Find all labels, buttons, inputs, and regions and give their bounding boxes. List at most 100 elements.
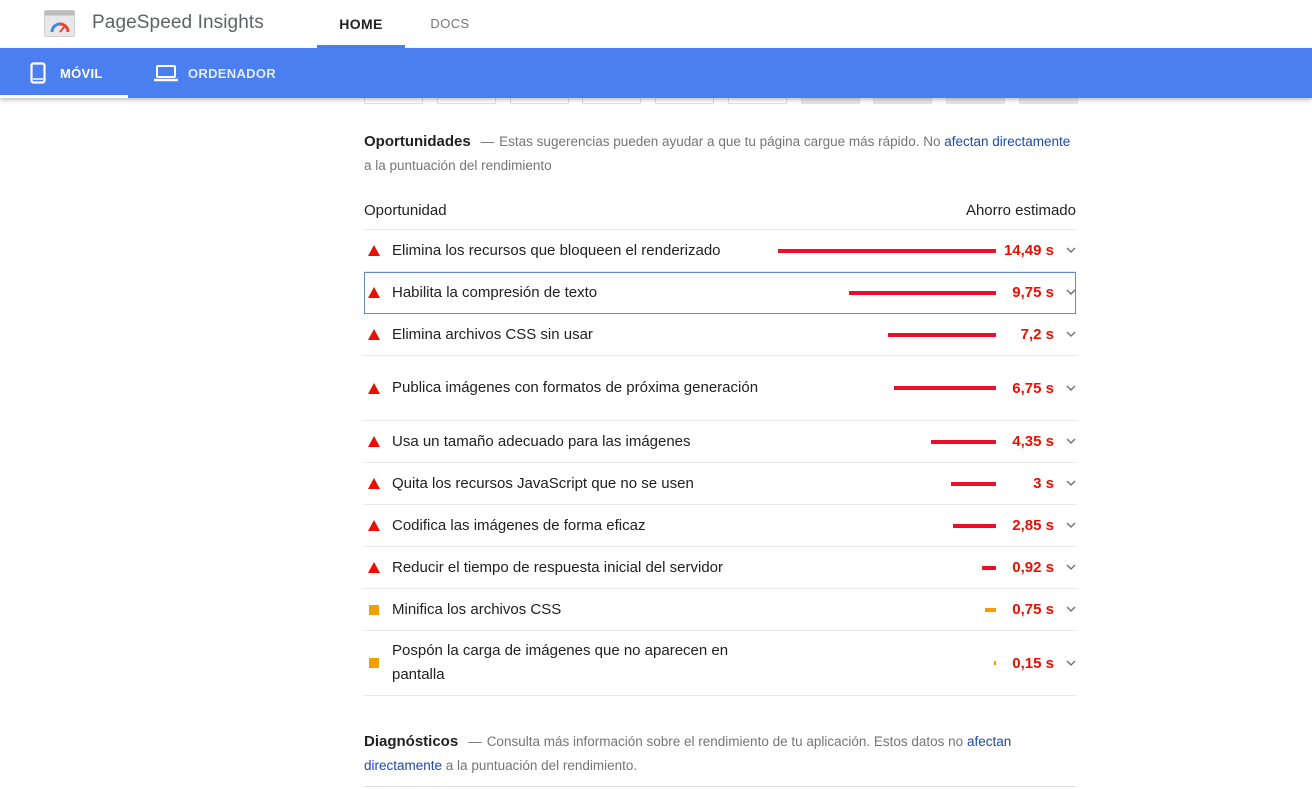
- fail-triangle-icon: [364, 287, 392, 298]
- savings-bar-track: [772, 421, 996, 462]
- chevron-down-icon[interactable]: [1054, 606, 1076, 613]
- laptop-icon: [154, 64, 178, 82]
- column-opportunity: Oportunidad: [364, 202, 447, 219]
- fail-triangle-icon: [364, 382, 392, 394]
- savings-bar-track: [772, 356, 996, 420]
- savings-bar: [894, 386, 996, 390]
- pagespeed-logo-icon[interactable]: [44, 10, 75, 37]
- savings-bar-track: [772, 589, 996, 630]
- average-square-icon: [364, 658, 392, 668]
- opportunities-title: Oportunidades: [364, 133, 471, 150]
- savings-value: 7,2 s: [1020, 326, 1054, 343]
- savings-bar: [953, 523, 996, 528]
- fail-triangle-icon: [364, 329, 392, 340]
- tab-desktop-label: ORDENADOR: [188, 65, 276, 81]
- opportunity-title: Minifica los archivos CSS: [392, 600, 562, 618]
- chevron-down-icon[interactable]: [1054, 247, 1076, 254]
- savings-bar-track: [772, 631, 996, 695]
- opportunities-desc-prefix: Estas sugerencias pueden ayudar a que tu…: [499, 134, 945, 149]
- phone-icon: [30, 62, 46, 84]
- savings-value: 0,75 s: [1012, 601, 1054, 618]
- brand-title[interactable]: PageSpeed Insights: [92, 12, 264, 34]
- opportunity-row[interactable]: Publica imágenes con formatos de próxima…: [364, 356, 1076, 421]
- diagnostics-header: Diagnósticos — Consulta más información so…: [364, 730, 1076, 778]
- savings-bar: [931, 439, 996, 444]
- opportunities-desc-suffix: a la puntuación del rendimiento: [364, 158, 552, 173]
- opportunity-row[interactable]: Elimina los recursos que bloqueen el ren…: [364, 230, 1076, 272]
- savings-bar-track: [772, 314, 996, 355]
- opportunity-title: Habilita la compresión de texto: [392, 283, 598, 301]
- chevron-down-icon[interactable]: [1054, 522, 1076, 529]
- savings-bar: [888, 332, 996, 337]
- opportunities-desc-link[interactable]: afectan directamente: [944, 134, 1070, 149]
- opportunity-title: Pospón la carga de imágenes que no apare…: [392, 642, 729, 683]
- savings-bar-track: [772, 505, 996, 546]
- column-estimated-savings: Ahorro estimado: [965, 202, 1076, 219]
- opportunity-row[interactable]: Pospón la carga de imágenes que no apare…: [364, 631, 1076, 696]
- device-tab-bar: MÓVIL ORDENADOR: [0, 48, 1312, 98]
- savings-value: 0,92 s: [1012, 559, 1054, 576]
- diagnostics-section: Diagnósticos — Consulta más información so…: [364, 730, 1076, 778]
- chevron-down-icon[interactable]: [1054, 289, 1076, 296]
- chevron-down-icon[interactable]: [1054, 564, 1076, 571]
- opportunity-row[interactable]: Habilita la compresión de texto 9,75 s: [364, 272, 1076, 314]
- opportunities-section: Oportunidades — Estas sugerencias pueden a…: [364, 130, 1076, 696]
- opportunities-table-header: Oportunidad Ahorro estimado: [364, 192, 1076, 230]
- opportunity-title: Elimina archivos CSS sin usar: [392, 325, 593, 343]
- separator-dash: —: [468, 734, 482, 749]
- chevron-down-icon[interactable]: [1054, 384, 1076, 392]
- opportunity-row[interactable]: Usa un tamaño adecuado para las imágenes…: [364, 421, 1076, 463]
- savings-bar: [985, 607, 996, 612]
- opportunity-title: Publica imágenes con formatos de próxima…: [392, 379, 759, 396]
- savings-bar: [951, 481, 996, 486]
- savings-value: 9,75 s: [1012, 284, 1054, 301]
- divider: [364, 786, 1076, 787]
- fail-triangle-icon: [364, 562, 392, 573]
- fail-triangle-icon: [364, 520, 392, 531]
- diagnostics-title: Diagnósticos: [364, 733, 459, 750]
- chevron-down-icon[interactable]: [1054, 438, 1076, 445]
- tab-home[interactable]: HOME: [317, 0, 405, 48]
- savings-value: 0,15 s: [1012, 654, 1054, 672]
- savings-value: 4,35 s: [1012, 433, 1054, 450]
- opportunities-header: Oportunidades — Estas sugerencias pueden a…: [364, 130, 1076, 178]
- tab-docs[interactable]: DOCS: [410, 0, 490, 48]
- savings-bar: [778, 248, 996, 253]
- opportunity-title: Reducir el tiempo de respuesta inicial d…: [392, 558, 723, 576]
- opportunity-row[interactable]: Codifica las imágenes de forma eficaz 2,8…: [364, 505, 1076, 547]
- tab-mobile-label: MÓVIL: [60, 65, 103, 81]
- opportunity-title: Elimina los recursos que bloqueen el ren…: [392, 241, 721, 259]
- top-app-bar: PageSpeed Insights HOME DOCS: [0, 0, 1312, 48]
- fail-triangle-icon: [364, 436, 392, 447]
- savings-bar: [994, 661, 996, 665]
- savings-value: 2,85 s: [1012, 517, 1054, 534]
- chevron-down-icon[interactable]: [1054, 331, 1076, 338]
- opportunity-row[interactable]: Reducir el tiempo de respuesta inicial d…: [364, 547, 1076, 589]
- opportunity-title: Quita los recursos JavaScript que no se …: [392, 474, 694, 492]
- chevron-down-icon[interactable]: [1054, 480, 1076, 487]
- savings-bar-track: [772, 547, 996, 588]
- savings-bar: [982, 565, 996, 570]
- tab-desktop[interactable]: ORDENADOR: [154, 48, 276, 98]
- savings-bar-track: [772, 230, 996, 271]
- opportunity-row[interactable]: Quita los recursos JavaScript que no se …: [364, 463, 1076, 505]
- savings-value: 3 s: [1033, 475, 1054, 492]
- opportunity-title: Usa un tamaño adecuado para las imágenes: [392, 432, 691, 450]
- average-square-icon: [364, 604, 392, 615]
- savings-bar-track: [772, 463, 996, 504]
- chevron-down-icon[interactable]: [1054, 659, 1076, 667]
- opportunities-list: Elimina los recursos que bloqueen el ren…: [364, 230, 1076, 696]
- savings-bar: [849, 290, 996, 295]
- tab-mobile[interactable]: MÓVIL: [0, 48, 128, 98]
- savings-bar-track: [772, 272, 996, 313]
- savings-value: 14,49 s: [1003, 242, 1054, 259]
- diagnostics-desc-prefix: Consulta más información sobre el rendim…: [486, 734, 967, 749]
- fail-triangle-icon: [364, 245, 392, 256]
- fail-triangle-icon: [364, 478, 392, 489]
- opportunity-title: Codifica las imágenes de forma eficaz: [392, 516, 646, 534]
- diagnostics-desc-suffix: a la puntuación del rendimiento.: [442, 758, 638, 773]
- opportunity-row[interactable]: Elimina archivos CSS sin usar 7,2 s: [364, 314, 1076, 356]
- opportunity-row[interactable]: Minifica los archivos CSS 0,75 s: [364, 589, 1076, 631]
- separator-dash: —: [480, 134, 495, 149]
- savings-value: 6,75 s: [1012, 379, 1054, 397]
